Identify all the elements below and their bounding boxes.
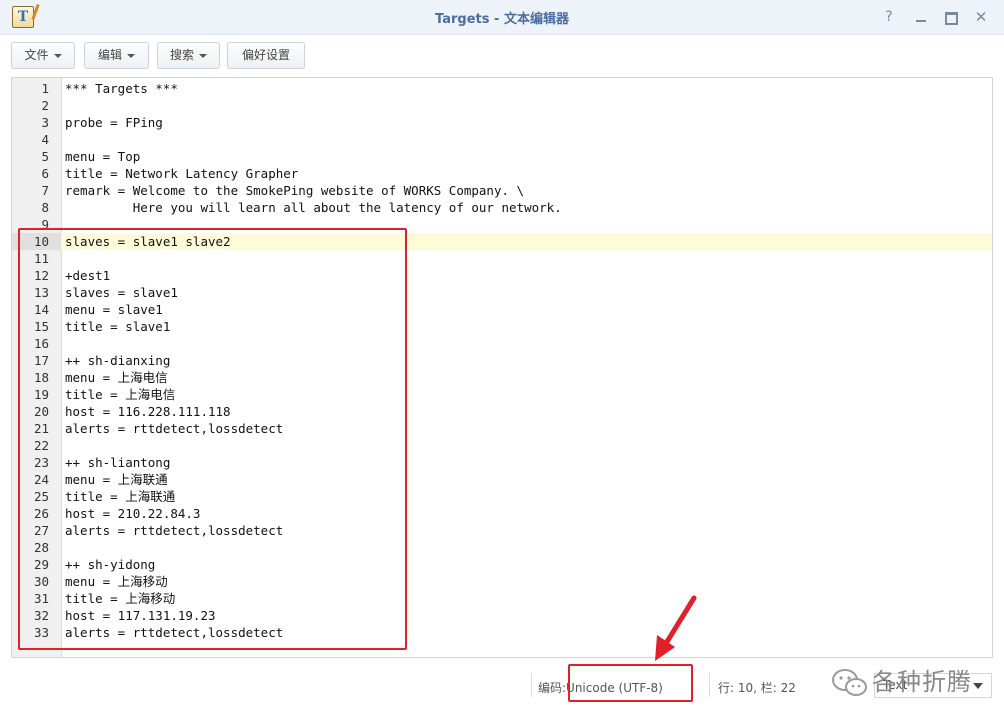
caret-down-icon — [127, 53, 135, 58]
line-number: 5 — [41, 149, 49, 164]
separator — [709, 673, 710, 697]
code-line[interactable]: 3 probe = FPing — [12, 114, 992, 131]
search-menu-button[interactable]: 搜索 — [157, 42, 220, 69]
code-line[interactable]: 1 *** Targets *** — [12, 80, 992, 97]
status-bar: 编码:Unicode (UTF-8) 行: 10, 栏: 22 Text 各种折… — [0, 666, 1004, 711]
line-text[interactable]: menu = Top — [65, 148, 140, 165]
search-menu-label: 搜索 — [169, 48, 194, 62]
edit-menu-label: 编辑 — [97, 48, 122, 62]
line-text[interactable]: probe = FPing — [65, 114, 163, 131]
arrow-icon — [655, 595, 697, 661]
line-number: 7 — [41, 183, 49, 198]
watermark-text: 各种折腾 — [872, 668, 972, 696]
cursor-position: 行: 10, 栏: 22 — [718, 681, 796, 695]
close-icon[interactable]: ✕ — [970, 6, 992, 28]
line-number: 6 — [41, 166, 49, 181]
code-line[interactable]: 4 — [12, 131, 992, 148]
code-line[interactable]: 6 title = Network Latency Grapher — [12, 165, 992, 182]
separator — [531, 673, 532, 697]
line-number: 4 — [41, 132, 49, 147]
window-title: Targets - 文本编辑器 — [435, 12, 569, 27]
line-number: 8 — [41, 200, 49, 215]
code-line[interactable]: 7 remark = Welcome to the SmokePing websi… — [12, 182, 992, 199]
line-text[interactable]: Here you will learn all about the latenc… — [65, 199, 562, 216]
code-line[interactable]: 5 menu = Top — [12, 148, 992, 165]
title-bar: T Targets - 文本编辑器 ? ✕ — [0, 0, 1004, 35]
line-text[interactable]: title = Network Latency Grapher — [65, 165, 298, 182]
wechat-icon — [832, 669, 867, 696]
caret-down-icon — [199, 53, 207, 58]
help-icon[interactable]: ? — [878, 6, 900, 28]
maximize-icon[interactable] — [940, 6, 962, 28]
edit-menu-button[interactable]: 编辑 — [84, 42, 149, 69]
toolbar: 文件 编辑 搜索 偏好设置 — [0, 34, 1004, 76]
minimize-icon[interactable] — [910, 6, 932, 28]
file-menu-button[interactable]: 文件 — [11, 42, 75, 69]
encoding-label: 编码: — [538, 681, 567, 695]
highlight-box-config — [18, 228, 407, 650]
line-number: 1 — [41, 81, 49, 96]
line-text[interactable]: *** Targets *** — [65, 80, 178, 97]
caret-down-icon — [53, 53, 62, 58]
line-number: 2 — [41, 98, 49, 113]
code-line[interactable]: 2 — [12, 97, 992, 114]
preferences-button[interactable]: 偏好设置 — [227, 42, 305, 69]
file-menu-label: 文件 — [24, 48, 49, 62]
highlight-box-encoding — [568, 664, 693, 702]
line-number: 3 — [41, 115, 49, 130]
dropdown-arrow-icon — [973, 683, 983, 689]
code-line[interactable]: 8 Here you will learn all about the late… — [12, 199, 992, 216]
line-text[interactable]: remark = Welcome to the SmokePing websit… — [65, 182, 524, 199]
